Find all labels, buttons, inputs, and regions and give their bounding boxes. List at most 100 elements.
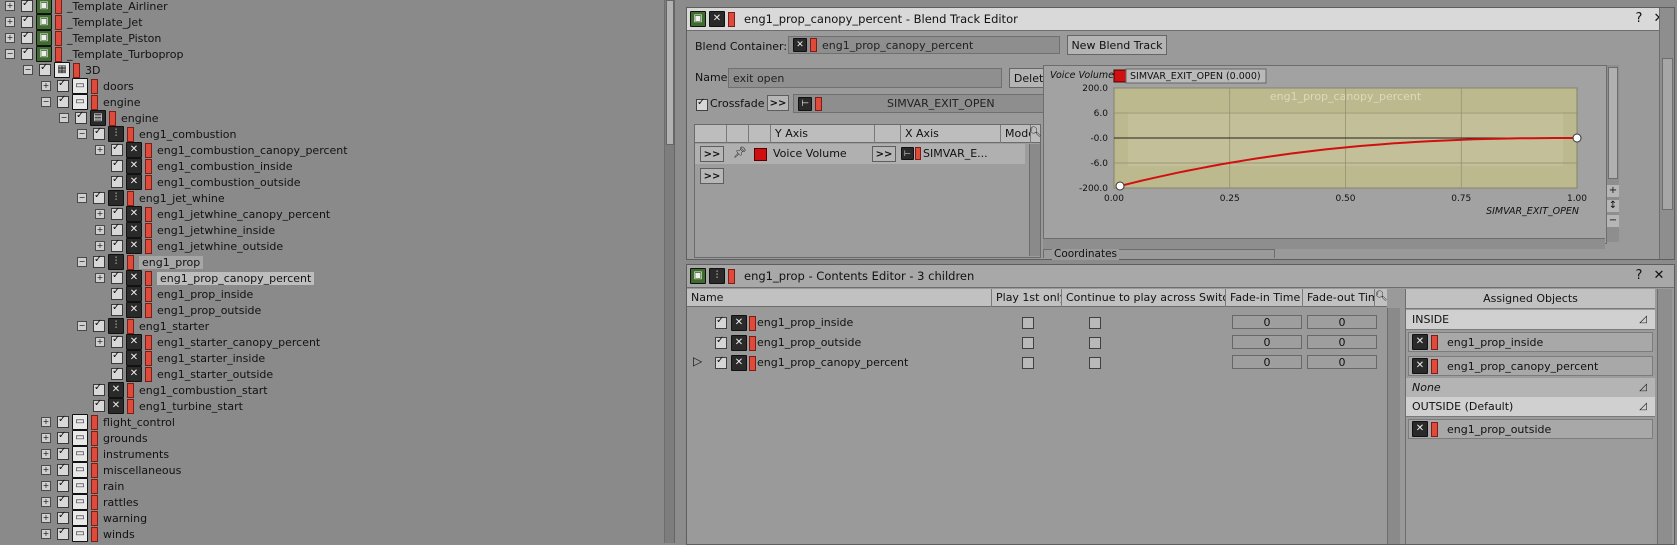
expand-icon[interactable]: + (41, 481, 51, 491)
expand-icon[interactable]: + (5, 17, 15, 27)
tree-item[interactable]: + ▣ _Template_Piston (5, 30, 161, 46)
collapse-icon[interactable]: − (41, 97, 51, 107)
tree-item[interactable]: + ▭ grounds (41, 430, 148, 446)
track-name-input[interactable]: exit open (728, 68, 1002, 88)
blend-container-field[interactable]: ✕ eng1_prop_canopy_percent (788, 36, 1060, 54)
tree-item[interactable]: + ✕ eng1_jetwhine_canopy_percent (95, 206, 330, 222)
tree-item[interactable]: + ▣ _Template_Airliner (5, 0, 168, 14)
play-first-checkbox[interactable] (1022, 317, 1034, 329)
tree-item[interactable]: − ⫶ eng1_combustion (77, 126, 236, 142)
fit-icon[interactable]: ↕ (1607, 200, 1619, 212)
include-checkbox[interactable] (75, 110, 87, 124)
include-checkbox[interactable] (57, 414, 69, 428)
header-name[interactable]: Name (687, 289, 992, 307)
outside-group-header[interactable]: OUTSIDE (Default) ◿ (1406, 397, 1655, 417)
graph-horizontal-scrollbar[interactable] (1043, 238, 1605, 249)
tree-item[interactable]: + ✕ eng1_jetwhine_inside (95, 222, 275, 238)
table-scrollbar[interactable] (1029, 144, 1040, 256)
include-checkbox[interactable] (111, 238, 123, 252)
blend-editor-scrollbar[interactable] (1659, 8, 1674, 259)
x-axis-arrow-button[interactable]: >> (872, 146, 896, 162)
tree-scrollbar-thumb[interactable] (666, 0, 674, 145)
pin-icon[interactable]: 📌︎ (733, 146, 747, 159)
fade-out-input[interactable]: 0 (1307, 335, 1377, 349)
include-checkbox[interactable] (57, 78, 69, 92)
curve-point-start[interactable] (1115, 181, 1125, 191)
new-blend-track-button[interactable]: New Blend Track (1067, 35, 1167, 55)
expand-icon[interactable]: + (41, 81, 51, 91)
tree-item[interactable]: − ▣ _Template_Turboprop (5, 46, 183, 62)
tree-item[interactable]: − ⫶ eng1_prop (77, 254, 204, 270)
fade-in-input[interactable]: 0 (1232, 335, 1302, 349)
crossfade-parameter-field[interactable]: ⊢ SIMVAR_EXIT_OPEN (793, 94, 1045, 113)
tree-item[interactable]: + ▭ miscellaneous (41, 462, 181, 478)
assigned-item[interactable]: ✕ eng1_prop_inside (1408, 332, 1653, 352)
expand-icon[interactable]: + (41, 417, 51, 427)
tree-item[interactable]: − ⫶ eng1_starter (77, 318, 209, 334)
play-first-checkbox[interactable] (1022, 357, 1034, 369)
crossfade-arrow-button[interactable]: >> (767, 95, 789, 111)
include-checkbox[interactable] (57, 478, 69, 492)
include-checkbox[interactable] (57, 462, 69, 476)
add-track-arrow-button[interactable]: >> (700, 168, 724, 184)
include-checkbox[interactable] (39, 62, 51, 76)
pane-splitter[interactable] (674, 0, 685, 543)
assigned-item[interactable]: ✕ eng1_prop_outside (1408, 419, 1653, 439)
include-checkbox[interactable] (21, 30, 33, 44)
include-checkbox[interactable] (111, 334, 123, 348)
include-checkbox[interactable] (111, 270, 123, 284)
header-y-axis[interactable]: Y Axis (771, 125, 875, 143)
tree-item[interactable]: + ▭ winds (41, 526, 135, 542)
continue-play-checkbox[interactable] (1089, 337, 1101, 349)
tree-item[interactable]: + ✕ eng1_prop_canopy_percent (95, 270, 315, 286)
expand-icon[interactable]: + (41, 529, 51, 539)
play-icon[interactable]: ▷ (693, 354, 702, 368)
header-fade-in[interactable]: Fade-in Time (1226, 289, 1303, 307)
assigned-scrollbar[interactable] (1657, 289, 1672, 544)
include-checkbox[interactable] (111, 286, 123, 300)
curve-graph-canvas[interactable]: eng1_prop_canopy_percent0.00 0.25 0.50 0.75… (1044, 66, 1606, 243)
tree-item[interactable]: ✕ eng1_prop_outside (95, 302, 261, 318)
include-checkbox[interactable] (111, 158, 123, 172)
collapse-icon[interactable]: − (77, 321, 87, 331)
include-checkbox[interactable]: ✓ (715, 355, 727, 369)
tree-item[interactable]: + ✕ eng1_jetwhine_outside (95, 238, 283, 254)
include-checkbox[interactable] (93, 190, 105, 204)
collapse-icon[interactable]: − (23, 65, 33, 75)
tree-item[interactable]: + ▭ flight_control (41, 414, 175, 430)
include-checkbox[interactable] (93, 318, 105, 332)
include-checkbox[interactable] (93, 254, 105, 268)
tree-item[interactable]: − ▦ 3D (23, 62, 100, 78)
collapse-icon[interactable]: − (77, 193, 87, 203)
expand-icon[interactable]: + (95, 241, 105, 251)
play-first-checkbox[interactable] (1022, 337, 1034, 349)
include-checkbox[interactable] (111, 222, 123, 236)
tree-item[interactable]: ✕ eng1_combustion_inside (95, 158, 293, 174)
search-icon[interactable]: 🔍︎ (1375, 291, 1388, 304)
resize-icon[interactable]: ◿ (1639, 401, 1647, 412)
fade-out-input[interactable]: 0 (1307, 355, 1377, 369)
tree-item[interactable]: ✕ eng1_combustion_outside (95, 174, 301, 190)
include-checkbox[interactable] (57, 526, 69, 540)
tree-item[interactable]: ✕ eng1_turbine_start (77, 398, 243, 414)
include-checkbox[interactable] (57, 494, 69, 508)
expand-icon[interactable]: + (41, 513, 51, 523)
tree-item[interactable]: + ✕ eng1_starter_canopy_percent (95, 334, 320, 350)
expand-icon[interactable]: + (95, 337, 105, 347)
curve-point-end[interactable] (1572, 133, 1582, 143)
expand-icon[interactable]: + (41, 497, 51, 507)
tree-item[interactable]: + ▭ rain (41, 478, 124, 494)
expand-icon[interactable]: + (41, 449, 51, 459)
search-icon[interactable]: 🔍︎ (1029, 127, 1042, 140)
tree-item[interactable]: + ▣ _Template_Jet (5, 14, 143, 30)
continue-play-checkbox[interactable] (1089, 317, 1101, 329)
contents-row[interactable]: ✓ ✕ eng1_prop_outside 0 0 (687, 333, 1387, 353)
y-axis-arrow-button[interactable]: >> (700, 146, 724, 162)
include-checkbox[interactable] (57, 446, 69, 460)
fade-out-input[interactable]: 0 (1307, 315, 1377, 329)
curve-color-swatch[interactable] (754, 148, 767, 161)
blend-track-row[interactable]: >> 📌︎ Voice Volume >> ⊢ SIMVAR_E... (695, 144, 1025, 164)
include-checkbox[interactable] (57, 510, 69, 524)
zoom-out-icon[interactable]: − (1607, 215, 1619, 227)
collapse-icon[interactable]: − (77, 129, 87, 139)
